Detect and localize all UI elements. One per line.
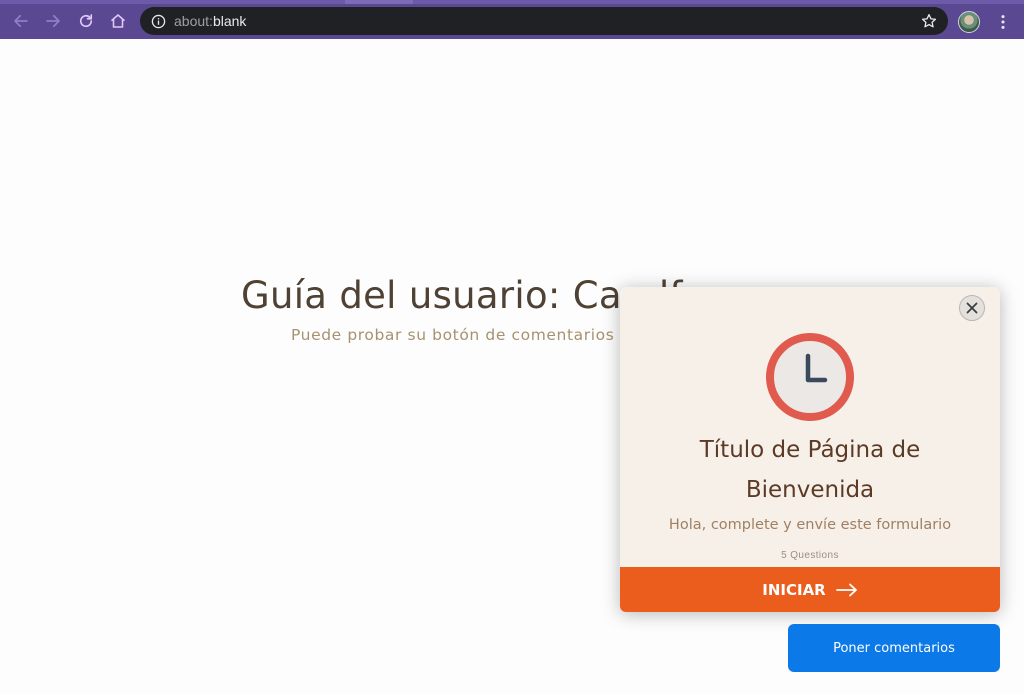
feedback-button[interactable]: Poner comentarios — [788, 624, 1000, 672]
close-icon — [966, 302, 978, 314]
browser-toolbar: about:blank — [0, 0, 1024, 39]
active-tab-indicator — [345, 0, 413, 4]
popup-description: Hola, complete y envíe este formulario — [668, 517, 952, 533]
arrow-right-icon — [835, 583, 857, 596]
url-text: about:blank — [174, 13, 246, 29]
home-icon — [111, 14, 125, 28]
reload-button[interactable] — [73, 8, 99, 34]
kebab-menu-button[interactable] — [994, 12, 1012, 32]
close-button[interactable] — [959, 295, 985, 321]
start-button-label: INICIAR — [762, 580, 826, 599]
url-host: blank — [212, 13, 247, 29]
back-button[interactable] — [8, 8, 34, 34]
forward-button[interactable] — [40, 8, 66, 34]
avatar[interactable] — [958, 11, 980, 33]
page-subtitle: Puede probar su botón de comentarios e — [291, 326, 631, 344]
address-bar[interactable]: about:blank — [140, 7, 948, 35]
url-scheme: about: — [174, 13, 213, 29]
kebab-menu-icon — [1001, 15, 1005, 29]
info-icon[interactable] — [150, 13, 166, 29]
page-title: Guía del usuario: Caudf — [241, 274, 683, 317]
reload-icon — [79, 14, 93, 28]
start-button[interactable]: INICIAR — [620, 567, 1000, 612]
welcome-popup: Título de Página de Bienvenida Hola, com… — [620, 287, 1000, 612]
feedback-button-label: Poner comentarios — [833, 640, 955, 656]
question-count: 5 Questions — [781, 550, 839, 561]
popup-title: Título de Página de Bienvenida — [699, 437, 921, 503]
clock-icon — [766, 333, 854, 421]
home-button[interactable] — [105, 8, 131, 34]
back-icon — [14, 14, 28, 28]
forward-icon — [46, 14, 60, 28]
star-icon[interactable] — [920, 12, 938, 30]
